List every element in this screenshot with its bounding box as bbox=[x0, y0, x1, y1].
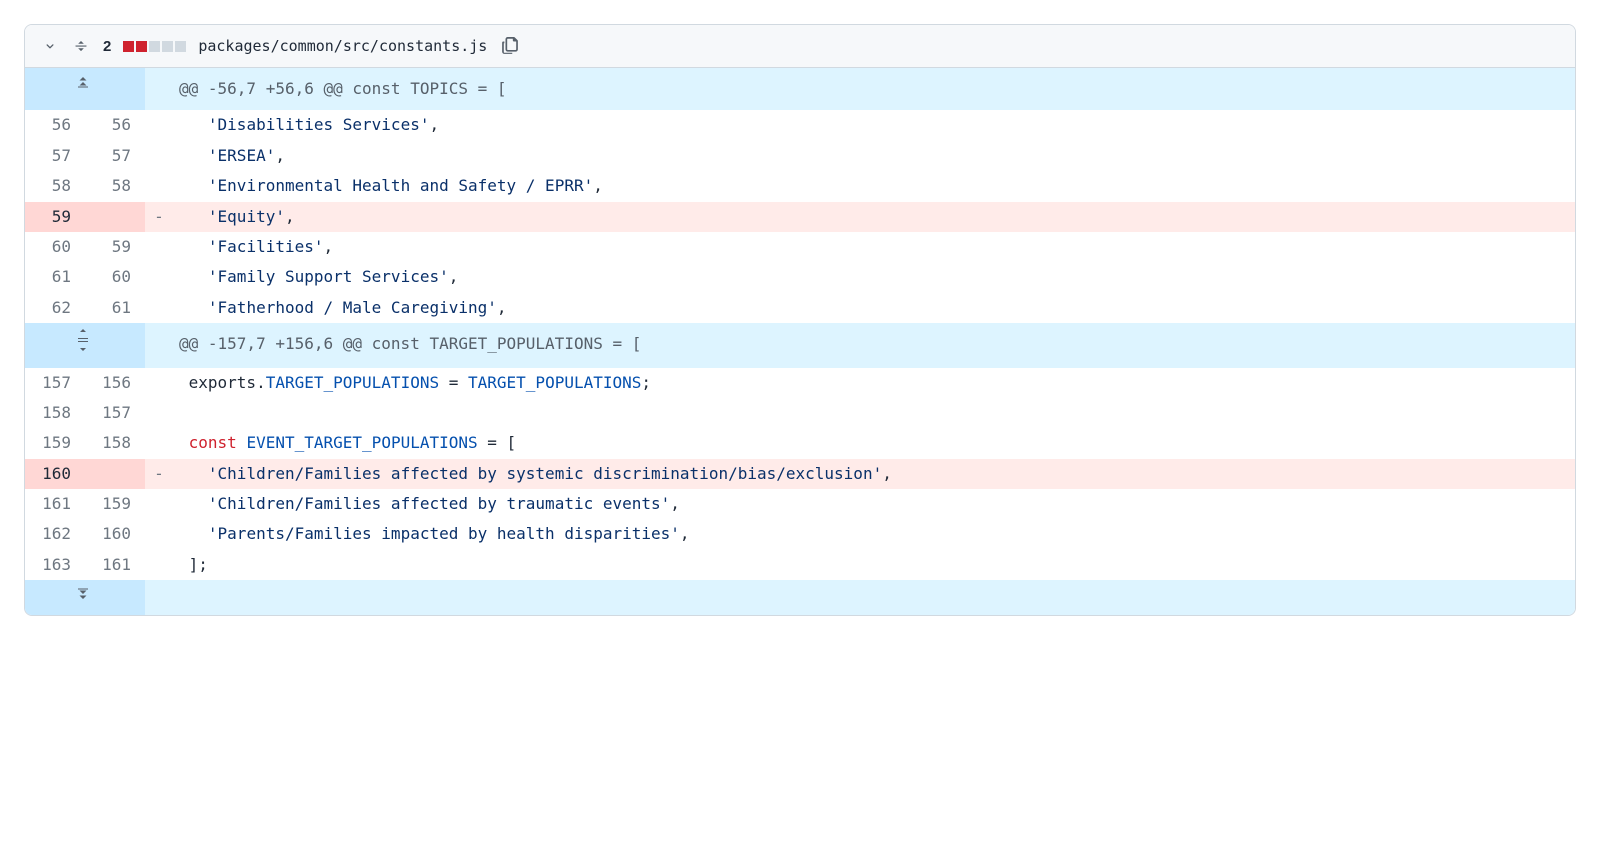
expand-hunk-button[interactable] bbox=[25, 68, 145, 110]
diff-marker bbox=[145, 489, 173, 519]
old-line-number[interactable]: 163 bbox=[25, 550, 85, 580]
new-line-number[interactable]: 61 bbox=[85, 293, 145, 323]
new-line-number[interactable]: 156 bbox=[85, 368, 145, 398]
old-line-number[interactable]: 57 bbox=[25, 141, 85, 171]
diffstat bbox=[123, 41, 186, 52]
code-content: 'Children/Families affected by systemic … bbox=[173, 459, 1575, 489]
diffstat-deletion-block bbox=[136, 41, 147, 52]
diff-line: 5858 'Environmental Health and Safety / … bbox=[25, 171, 1575, 201]
old-line-number[interactable]: 56 bbox=[25, 110, 85, 140]
old-line-number[interactable]: 161 bbox=[25, 489, 85, 519]
diffstat-neutral-block bbox=[149, 41, 160, 52]
diffstat-neutral-block bbox=[175, 41, 186, 52]
file-header: 2 packages/common/src/constants.js bbox=[25, 25, 1575, 68]
old-line-number[interactable]: 60 bbox=[25, 232, 85, 262]
old-line-number[interactable]: 61 bbox=[25, 262, 85, 292]
diff-marker bbox=[145, 141, 173, 171]
new-line-number[interactable] bbox=[85, 459, 145, 489]
hunk-header: @@ -157,7 +156,6 @@ const TARGET_POPULAT… bbox=[25, 323, 1575, 367]
new-line-number[interactable]: 157 bbox=[85, 398, 145, 428]
code-content: 'ERSEA', bbox=[173, 141, 1575, 171]
diff-marker: - bbox=[145, 459, 173, 489]
old-line-number[interactable]: 62 bbox=[25, 293, 85, 323]
diff-line: 5757 'ERSEA', bbox=[25, 141, 1575, 171]
diff-line: 159158 const EVENT_TARGET_POPULATIONS = … bbox=[25, 428, 1575, 458]
hunk-header: @@ -56,7 +56,6 @@ const TOPICS = [ bbox=[25, 68, 1575, 110]
old-line-number[interactable]: 162 bbox=[25, 519, 85, 549]
expand-hunk-button[interactable] bbox=[25, 580, 145, 614]
diff-line: 59 - 'Equity', bbox=[25, 202, 1575, 232]
code-content: 'Fatherhood / Male Caregiving', bbox=[173, 293, 1575, 323]
code-content: exports.TARGET_POPULATIONS = TARGET_POPU… bbox=[173, 368, 1575, 398]
diff-line: 157156 exports.TARGET_POPULATIONS = TARG… bbox=[25, 368, 1575, 398]
code-content: const EVENT_TARGET_POPULATIONS = [ bbox=[173, 428, 1575, 458]
new-line-number[interactable]: 161 bbox=[85, 550, 145, 580]
diff-marker bbox=[145, 262, 173, 292]
code-content: 'Equity', bbox=[173, 202, 1575, 232]
expand-all-icon[interactable] bbox=[71, 36, 91, 56]
new-line-number[interactable]: 56 bbox=[85, 110, 145, 140]
hunk-marker bbox=[145, 323, 173, 367]
old-line-number[interactable]: 159 bbox=[25, 428, 85, 458]
hunk-header-text: @@ -157,7 +156,6 @@ const TARGET_POPULAT… bbox=[173, 323, 1575, 367]
old-line-number[interactable]: 157 bbox=[25, 368, 85, 398]
diff-marker bbox=[145, 550, 173, 580]
diff-marker bbox=[145, 171, 173, 201]
change-count: 2 bbox=[103, 38, 111, 55]
file-path[interactable]: packages/common/src/constants.js bbox=[198, 37, 487, 55]
diff-line: 162160 'Parents/Families impacted by hea… bbox=[25, 519, 1575, 549]
new-line-number[interactable]: 58 bbox=[85, 171, 145, 201]
diff-line: 160 - 'Children/Families affected by syst… bbox=[25, 459, 1575, 489]
diff-marker bbox=[145, 428, 173, 458]
diff-line: 163161 ]; bbox=[25, 550, 1575, 580]
hunk-marker bbox=[145, 68, 173, 110]
old-line-number[interactable]: 158 bbox=[25, 398, 85, 428]
diff-line: 161159 'Children/Families affected by tr… bbox=[25, 489, 1575, 519]
new-line-number[interactable] bbox=[85, 202, 145, 232]
code-content: 'Environmental Health and Safety / EPRR'… bbox=[173, 171, 1575, 201]
copy-path-icon[interactable] bbox=[499, 35, 521, 57]
hunk-trailing-expand bbox=[25, 580, 1575, 614]
code-content: 'Facilities', bbox=[173, 232, 1575, 262]
code-content: 'Disabilities Services', bbox=[173, 110, 1575, 140]
expand-hunk-button[interactable] bbox=[25, 323, 145, 367]
diff-table: @@ -56,7 +56,6 @@ const TOPICS = [5656 '… bbox=[25, 68, 1575, 615]
diffstat-deletion-block bbox=[123, 41, 134, 52]
code-content: 'Parents/Families impacted by health dis… bbox=[173, 519, 1575, 549]
new-line-number[interactable]: 59 bbox=[85, 232, 145, 262]
diff-marker bbox=[145, 368, 173, 398]
diff-line: 6160 'Family Support Services', bbox=[25, 262, 1575, 292]
old-line-number[interactable]: 59 bbox=[25, 202, 85, 232]
file-diff-container: 2 packages/common/src/constants.js @@ -5… bbox=[24, 24, 1576, 616]
diff-line: 6261 'Fatherhood / Male Caregiving', bbox=[25, 293, 1575, 323]
new-line-number[interactable]: 159 bbox=[85, 489, 145, 519]
new-line-number[interactable]: 160 bbox=[85, 519, 145, 549]
code-content bbox=[173, 398, 1575, 428]
new-line-number[interactable]: 60 bbox=[85, 262, 145, 292]
code-content: 'Children/Families affected by traumatic… bbox=[173, 489, 1575, 519]
code-content: 'Family Support Services', bbox=[173, 262, 1575, 292]
diff-marker: - bbox=[145, 202, 173, 232]
new-line-number[interactable]: 158 bbox=[85, 428, 145, 458]
diffstat-neutral-block bbox=[162, 41, 173, 52]
code-content: ]; bbox=[173, 550, 1575, 580]
diff-line: 158157 bbox=[25, 398, 1575, 428]
old-line-number[interactable]: 58 bbox=[25, 171, 85, 201]
new-line-number[interactable]: 57 bbox=[85, 141, 145, 171]
diff-marker bbox=[145, 293, 173, 323]
diff-marker bbox=[145, 110, 173, 140]
diff-marker bbox=[145, 232, 173, 262]
diff-line: 6059 'Facilities', bbox=[25, 232, 1575, 262]
hunk-header-text: @@ -56,7 +56,6 @@ const TOPICS = [ bbox=[173, 68, 1575, 110]
diff-line: 5656 'Disabilities Services', bbox=[25, 110, 1575, 140]
old-line-number[interactable]: 160 bbox=[25, 459, 85, 489]
diff-marker bbox=[145, 398, 173, 428]
chevron-down-icon[interactable] bbox=[41, 37, 59, 55]
diff-marker bbox=[145, 519, 173, 549]
